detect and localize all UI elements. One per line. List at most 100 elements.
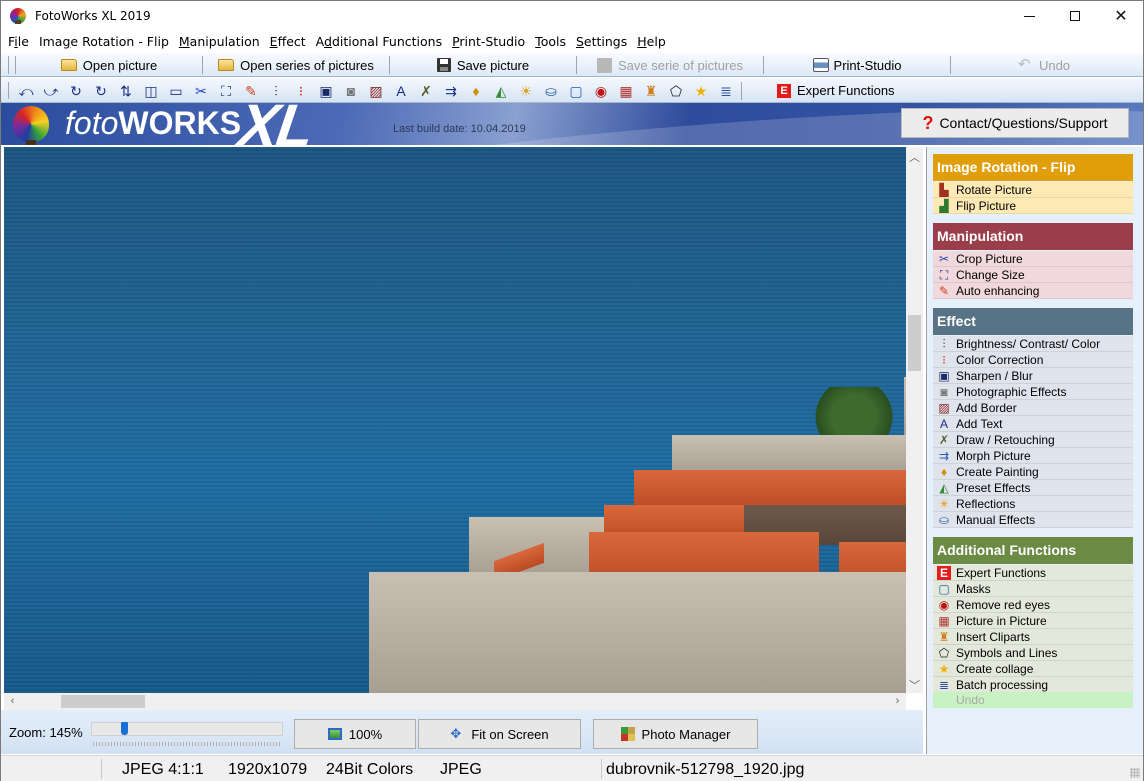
picture-in-picture-icon[interactable]: ▦ (617, 82, 635, 100)
photo-manager-button[interactable]: Photo Manager (593, 719, 758, 749)
maximize-icon (1070, 11, 1080, 21)
horizontal-scrollbar[interactable]: ‹ › (4, 693, 906, 710)
sidebar-item-brightness-contrast-color[interactable]: ⫶ Brightness/ Contrast/ Color (933, 336, 1133, 352)
menu-image-rotation-flip[interactable]: Image Rotation - Flip (34, 32, 174, 52)
manual-effects-icon[interactable]: ⛀ (542, 82, 560, 100)
crop-scissors-icon[interactable]: ✂ (192, 82, 210, 100)
sidebar-item-manual-effects[interactable]: ⛀ Manual Effects (933, 512, 1133, 528)
scroll-down-icon[interactable]: ﹀ (906, 677, 923, 693)
scan-icon[interactable]: ▭ (167, 82, 185, 100)
menu-print-studio[interactable]: Print-Studio (447, 32, 530, 52)
resize-grip[interactable] (1130, 768, 1140, 778)
painting-pen-icon[interactable]: ♦ (467, 82, 485, 100)
menu-effect[interactable]: Effect (265, 32, 311, 52)
sidebar-item-create-painting[interactable]: ♦ Create Painting (933, 464, 1133, 480)
batch-processing-icon[interactable]: ≣ (717, 82, 735, 100)
scroll-left-icon[interactable]: ‹ (4, 695, 21, 707)
rotate-cw-icon[interactable]: ↻ (92, 82, 110, 100)
reflections-icon[interactable]: ☀ (517, 82, 535, 100)
border-icon[interactable]: ▨ (367, 82, 385, 100)
horizontal-scroll-thumb[interactable] (61, 695, 145, 708)
open-picture-button[interactable]: Open picture (17, 53, 201, 77)
color-correction-icon[interactable]: ⁝ (292, 82, 310, 100)
sidebar-item-flip-picture[interactable]: ▟ Flip Picture (933, 198, 1133, 214)
zoom-slider-track[interactable] (91, 722, 283, 736)
flip-horizontal-icon[interactable]: ◫ (142, 82, 160, 100)
sidebar-item-reflections[interactable]: ☀ Reflections (933, 496, 1133, 512)
sidebar-item-preset-effects[interactable]: ◭ Preset Effects (933, 480, 1133, 496)
save-picture-button[interactable]: Save picture (390, 53, 576, 77)
menu-tools[interactable]: Tools (530, 32, 571, 52)
photo-manager-icon (620, 727, 635, 741)
sidebar-item-batch-processing[interactable]: ≣ Batch processing (933, 677, 1133, 693)
text-icon[interactable]: A (392, 82, 410, 100)
open-series-button[interactable]: Open series of pictures (203, 53, 389, 77)
sidebar-item-expert-functions[interactable]: E Expert Functions (933, 565, 1133, 581)
flip-vertical-icon[interactable]: ⇅ (117, 82, 135, 100)
sidebar-item-auto-enhancing[interactable]: ✎ Auto enhancing (933, 283, 1133, 299)
menu-file[interactable]: File (3, 32, 34, 52)
sidebar-item-symbols-and-lines[interactable]: ⬠ Symbols and Lines (933, 645, 1133, 661)
zoom-100-button[interactable]: 100% (294, 719, 416, 749)
sidebar-item-masks[interactable]: ▢ Masks (933, 581, 1133, 597)
minimize-button[interactable] (1006, 1, 1052, 31)
symbols-lines-icon[interactable]: ⬠ (667, 82, 685, 100)
sidebar-item-label: Add Text (956, 417, 1003, 431)
sidebar-item-morph-picture[interactable]: ⇉ Morph Picture (933, 448, 1133, 464)
sidebar-item-draw-retouching[interactable]: ✗ Draw / Retouching (933, 432, 1133, 448)
sidebar-item-picture-in-picture[interactable]: ▦ Picture in Picture (933, 613, 1133, 629)
vertical-scroll-thumb[interactable] (908, 315, 921, 371)
sidebar-item-sharpen-blur[interactable]: ▣ Sharpen / Blur (933, 368, 1133, 384)
sidebar-group-manipulation[interactable]: Manipulation (933, 223, 1133, 250)
sidebar-item-crop-picture[interactable]: ✂ Crop Picture (933, 251, 1133, 267)
brightness-sliders-icon[interactable]: ⫶ (267, 82, 285, 100)
scroll-right-icon[interactable]: › (889, 695, 906, 707)
sidebar-item-add-text[interactable]: A Add Text (933, 416, 1133, 432)
sidebar-group-additional-functions[interactable]: Additional Functions (933, 537, 1133, 564)
draw-retouch-icon[interactable]: ✗ (417, 82, 435, 100)
morph-icon[interactable]: ⇉ (442, 82, 460, 100)
expert-functions-button[interactable]: E Expert Functions (777, 80, 895, 101)
sharpen-blur-icon[interactable]: ▣ (317, 82, 335, 100)
image-viewport[interactable] (4, 147, 906, 693)
sidebar-undo-button[interactable]: Undo (933, 692, 1133, 708)
menu-manipulation[interactable]: Manipulation (174, 32, 265, 52)
menu-additional-functions[interactable]: Additional Functions (311, 32, 447, 52)
close-button[interactable]: ✕ (1098, 1, 1144, 31)
rotate-ccw-icon[interactable]: ↻ (67, 82, 85, 100)
preset-effects-icon[interactable]: ◭ (492, 82, 510, 100)
resize-icon[interactable]: ⛶ (217, 82, 235, 100)
camera-effects-icon[interactable]: ◙ (342, 82, 360, 100)
menu-settings[interactable]: Settings (571, 32, 632, 52)
red-eye-icon[interactable]: ◉ (592, 82, 610, 100)
color-correction-icon: ⁝ (942, 353, 946, 367)
scroll-up-icon[interactable]: ︿ (906, 149, 923, 165)
contact-support-button[interactable]: ? Contact/Questions/Support (901, 108, 1129, 138)
maximize-button[interactable] (1052, 1, 1098, 31)
sidebar-item-add-border[interactable]: ▨ Add Border (933, 400, 1133, 416)
sidebar-item-rotate-picture[interactable]: ▙ Rotate Picture (933, 182, 1133, 198)
fit-on-screen-button[interactable]: ✥ Fit on Screen (418, 719, 581, 749)
undo-button[interactable]: ↶ Undo (951, 53, 1137, 77)
build-date: Last build date: 10.04.2019 (393, 123, 526, 135)
collage-star-icon[interactable]: ★ (692, 82, 710, 100)
menu-help[interactable]: Help (632, 32, 671, 52)
open-series-label: Open series of pictures (240, 57, 374, 73)
sidebar-item-remove-red-eyes[interactable]: ◉ Remove red eyes (933, 597, 1133, 613)
sidebar-item-create-collage[interactable]: ★ Create collage (933, 661, 1133, 677)
vertical-scrollbar[interactable]: ︿ ﹀ (906, 147, 923, 693)
sidebar-item-change-size[interactable]: ⛶ Change Size (933, 267, 1133, 283)
magic-wand-icon[interactable]: ✎ (242, 82, 260, 100)
rotate-left-icon[interactable]: ⤺ (17, 82, 35, 100)
sidebar-item-insert-cliparts[interactable]: ♜ Insert Cliparts (933, 629, 1133, 645)
masks-icon[interactable]: ▢ (567, 82, 585, 100)
save-series-button[interactable]: Save serie of pictures (577, 53, 763, 77)
sidebar-group-effect[interactable]: Effect (933, 308, 1133, 335)
print-studio-button[interactable]: Print-Studio (764, 53, 950, 77)
sidebar-item-color-correction[interactable]: ⁝ Color Correction (933, 352, 1133, 368)
sidebar-item-photographic-effects[interactable]: ◙ Photographic Effects (933, 384, 1133, 400)
cliparts-icon[interactable]: ♜ (642, 82, 660, 100)
zoom-slider-thumb[interactable] (120, 722, 128, 735)
rotate-right-icon[interactable]: ⤻ (42, 82, 60, 100)
sidebar-group-image-rotation-flip[interactable]: Image Rotation - Flip (933, 154, 1133, 181)
